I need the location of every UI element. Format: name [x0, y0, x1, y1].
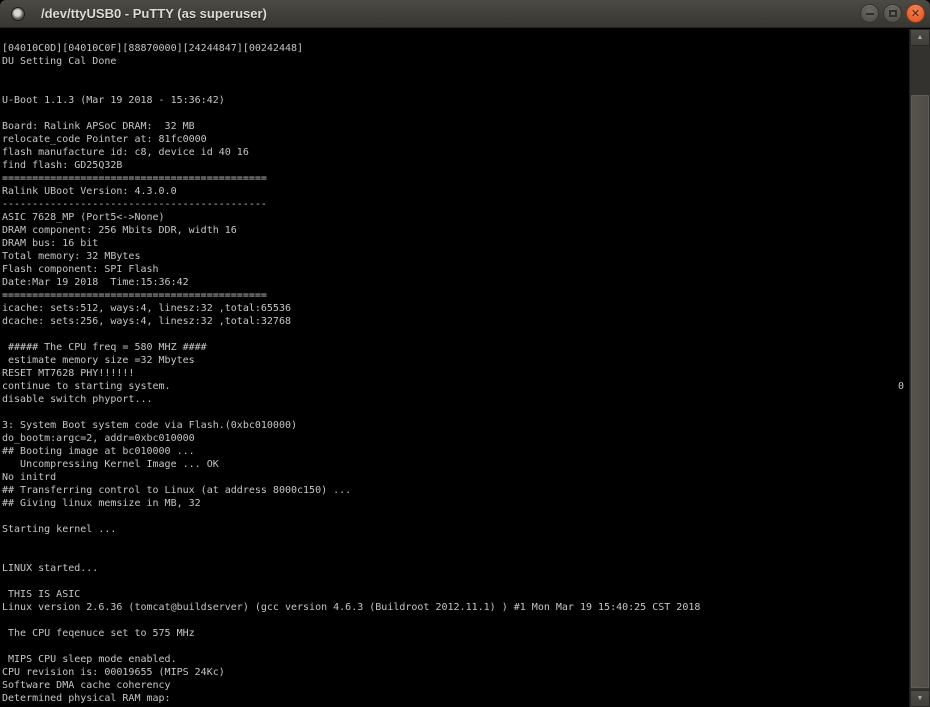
terminal-line [2, 640, 909, 653]
terminal-line: Starting kernel ... [2, 523, 909, 536]
terminal-line: ## Giving linux memsize in MB, 32 [2, 497, 909, 510]
terminal-line: ##### The CPU freq = 580 MHZ #### [2, 341, 909, 354]
terminal-line: Total memory: 32 MBytes [2, 250, 909, 263]
scrollbar-track[interactable] [910, 46, 930, 690]
terminal-line [2, 29, 909, 42]
arrow-up-icon: ▲ [917, 34, 924, 41]
terminal-line: THIS IS ASIC [2, 588, 909, 601]
terminal-line: relocate_code Pointer at: 81fc0000 [2, 133, 909, 146]
terminal-line: disable switch phyport... [2, 393, 909, 406]
terminal-line [2, 107, 909, 120]
window-titlebar[interactable]: /dev/ttyUSB0 - PuTTY (as superuser) ✕ [0, 0, 930, 28]
terminal-line: DRAM bus: 16 bit [2, 237, 909, 250]
terminal-line: ----------------------------------------… [2, 198, 909, 211]
terminal-line: ========================================… [2, 289, 909, 302]
terminal-line: ========================================… [2, 172, 909, 185]
terminal-line [2, 68, 909, 81]
terminal-line: find flash: GD25Q32B [2, 159, 909, 172]
terminal-line: DRAM component: 256 Mbits DDR, width 16 [2, 224, 909, 237]
terminal-line: dcache: sets:256, ways:4, linesz:32 ,tot… [2, 315, 909, 328]
terminal-line: ## Transferring control to Linux (at add… [2, 484, 909, 497]
minimize-icon [866, 13, 874, 15]
arrow-down-icon: ▼ [917, 695, 924, 702]
terminal-line [2, 575, 909, 588]
terminal-line [2, 614, 909, 627]
window-controls: ✕ [860, 4, 925, 23]
close-button[interactable]: ✕ [906, 4, 925, 23]
terminal-line [2, 510, 909, 523]
window-title: /dev/ttyUSB0 - PuTTY (as superuser) [41, 6, 267, 21]
terminal-line: DU Setting Cal Done [2, 55, 909, 68]
terminal-line: ## Booting image at bc010000 ... [2, 445, 909, 458]
terminal-line: 3: System Boot system code via Flash.(0x… [2, 419, 909, 432]
terminal-line: Ralink UBoot Version: 4.3.0.0 [2, 185, 909, 198]
scroll-down-button[interactable]: ▼ [910, 690, 930, 707]
terminal-line: Determined physical RAM map: [2, 692, 909, 705]
terminal-scrollbar[interactable]: ▲ ▼ [909, 29, 930, 707]
terminal-line [2, 549, 909, 562]
terminal-line: [04010C0D][04010C0F][88870000][24244847]… [2, 42, 909, 55]
terminal-line: No initrd [2, 471, 909, 484]
terminal-line: Flash component: SPI Flash [2, 263, 909, 276]
scrollbar-thumb[interactable] [911, 95, 929, 688]
terminal-line: Linux version 2.6.36 (tomcat@buildserver… [2, 601, 909, 614]
close-icon: ✕ [911, 8, 920, 19]
terminal-screen[interactable]: [04010C0D][04010C0F][88870000][24244847]… [0, 29, 909, 707]
terminal-line: Software DMA cache coherency [2, 679, 909, 692]
terminal-line: continue to starting system.0 [2, 380, 909, 393]
terminal-line: Date:Mar 19 2018 Time:15:36:42 [2, 276, 909, 289]
scroll-up-button[interactable]: ▲ [910, 29, 930, 46]
maximize-button[interactable] [883, 4, 902, 23]
terminal-line: LINUX started... [2, 562, 909, 575]
terminal-line: ASIC 7628_MP (Port5<->None) [2, 211, 909, 224]
terminal-line: U-Boot 1.1.3 (Mar 19 2018 - 15:36:42) [2, 94, 909, 107]
terminal-line: Uncompressing Kernel Image ... OK [2, 458, 909, 471]
terminal-line: The CPU feqenuce set to 575 MHz [2, 627, 909, 640]
terminal-line [2, 81, 909, 94]
terminal-line: CPU revision is: 00019655 (MIPS 24Kc) [2, 666, 909, 679]
terminal-line: Board: Ralink APSoC DRAM: 32 MB [2, 120, 909, 133]
terminal-line: flash manufacture id: c8, device id 40 1… [2, 146, 909, 159]
terminal-line: do_bootm:argc=2, addr=0xbc010000 [2, 432, 909, 445]
terminal-line: MIPS CPU sleep mode enabled. [2, 653, 909, 666]
terminal-line [2, 328, 909, 341]
terminal-line: icache: sets:512, ways:4, linesz:32 ,tot… [2, 302, 909, 315]
terminal-line [2, 536, 909, 549]
terminal-line: estimate memory size =32 Mbytes [2, 354, 909, 367]
terminal-line-right-fragment: 0 [898, 380, 904, 393]
terminal-line [2, 406, 909, 419]
minimize-button[interactable] [860, 4, 879, 23]
terminal-line: RESET MT7628 PHY!!!!!! [2, 367, 909, 380]
maximize-icon [889, 10, 897, 17]
putty-app-icon [11, 7, 25, 21]
